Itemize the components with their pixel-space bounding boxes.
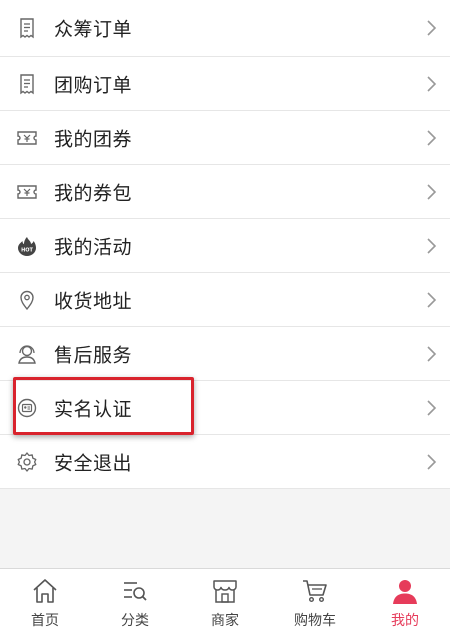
menu-item-my-coupon-wallet[interactable]: 我的券包 xyxy=(0,165,450,219)
tab-mine[interactable]: 我的 xyxy=(360,569,450,631)
menu-item-crowdfunding-orders[interactable]: 众筹订单 xyxy=(0,0,450,57)
svg-text:HOT: HOT xyxy=(21,247,33,253)
receipt-icon xyxy=(16,17,38,39)
menu-item-after-sales-service[interactable]: 售后服务 xyxy=(0,327,450,381)
chevron-right-icon xyxy=(426,237,438,255)
chevron-right-icon xyxy=(426,19,438,37)
tab-label: 分类 xyxy=(121,613,149,629)
menu-item-my-group-coupons[interactable]: 我的团券 xyxy=(0,111,450,165)
menu-item-label: 众筹订单 xyxy=(54,18,133,41)
tab-label: 购物车 xyxy=(294,613,336,629)
home-icon xyxy=(31,577,59,605)
menu-item-group-buy-orders[interactable]: 团购订单 xyxy=(0,57,450,111)
gear-icon xyxy=(16,451,38,473)
receipt-icon xyxy=(16,73,38,95)
menu-item-shipping-address[interactable]: 收货地址 xyxy=(0,273,450,327)
menu-item-secure-logout[interactable]: 安全退出 xyxy=(0,435,450,489)
ticket-icon xyxy=(16,127,38,149)
tab-merchant[interactable]: 商家 xyxy=(180,569,270,631)
chevron-right-icon xyxy=(426,75,438,93)
location-pin-icon xyxy=(16,289,38,311)
menu-item-label: 团购订单 xyxy=(54,74,133,96)
chevron-right-icon xyxy=(426,399,438,417)
tab-category[interactable]: 分类 xyxy=(90,569,180,631)
chevron-right-icon xyxy=(426,129,438,147)
category-icon xyxy=(121,577,149,605)
tab-cart[interactable]: 购物车 xyxy=(270,569,360,631)
menu-item-label: 售后服务 xyxy=(54,344,133,366)
menu-item-label: 收货地址 xyxy=(54,290,133,312)
store-icon xyxy=(211,577,239,605)
hot-activity-icon: HOT xyxy=(16,235,38,257)
chevron-right-icon xyxy=(426,453,438,471)
menu-item-label: 我的团券 xyxy=(54,128,133,150)
menu-item-label: 我的券包 xyxy=(54,182,133,204)
menu-item-label: 我的活动 xyxy=(54,236,133,258)
settings-menu: 众筹订单 团购订单 我的团券 我的券包 HOT 我的活动 收货地址 售后服务 实… xyxy=(0,0,450,489)
tab-label: 首页 xyxy=(31,613,59,629)
chevron-right-icon xyxy=(426,183,438,201)
menu-item-label: 安全退出 xyxy=(54,452,133,474)
tab-label: 我的 xyxy=(391,613,419,629)
chevron-right-icon xyxy=(426,345,438,363)
cart-icon xyxy=(301,577,329,605)
bottom-tab-bar: 首页 分类 商家 购物车 我的 xyxy=(0,568,450,631)
chevron-right-icon xyxy=(426,291,438,309)
menu-item-real-name-verification[interactable]: 实名认证 xyxy=(0,381,450,435)
menu-item-label: 实名认证 xyxy=(54,398,133,420)
id-verify-icon xyxy=(16,397,38,419)
ticket-icon xyxy=(16,181,38,203)
customer-service-icon xyxy=(16,343,38,365)
tab-label: 商家 xyxy=(211,613,239,629)
user-icon xyxy=(391,577,419,605)
menu-item-my-activities[interactable]: HOT 我的活动 xyxy=(0,219,450,273)
tab-home[interactable]: 首页 xyxy=(0,569,90,631)
